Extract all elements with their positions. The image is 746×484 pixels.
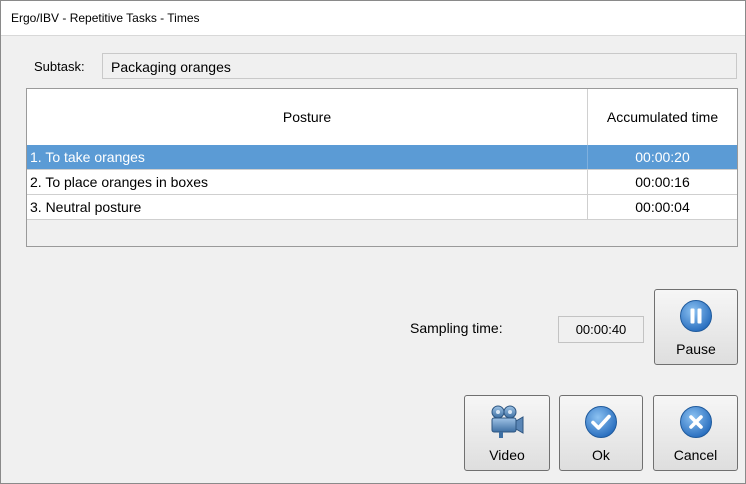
column-header-posture[interactable]: Posture: [27, 89, 588, 145]
table-row[interactable]: 1. To take oranges 00:00:20: [27, 145, 737, 170]
checkmark-icon: [584, 405, 618, 442]
table-row[interactable]: 3. Neutral posture 00:00:04: [27, 195, 737, 220]
posture-cell: 1. To take oranges: [27, 145, 588, 169]
subtask-value: Packaging oranges: [111, 59, 231, 75]
pause-button-label: Pause: [676, 341, 716, 357]
video-button-label: Video: [489, 447, 525, 463]
table-row[interactable]: 2. To place oranges in boxes 00:00:16: [27, 170, 737, 195]
title-bar: Ergo/IBV - Repetitive Tasks - Times: [1, 1, 745, 36]
times-dialog: Ergo/IBV - Repetitive Tasks - Times Subt…: [0, 0, 746, 484]
table-header: Posture Accumulated time: [27, 89, 737, 146]
window-title: Ergo/IBV - Repetitive Tasks - Times: [11, 11, 200, 25]
cancel-button-label: Cancel: [673, 447, 718, 463]
ok-button[interactable]: Ok: [559, 395, 643, 471]
posture-cell: 3. Neutral posture: [27, 195, 588, 219]
sampling-time-label: Sampling time:: [410, 320, 503, 336]
subtask-field: Packaging oranges: [102, 53, 737, 79]
time-cell: 00:00:16: [635, 174, 690, 190]
close-icon: [679, 405, 713, 442]
video-camera-icon: [489, 405, 525, 442]
pause-button[interactable]: Pause: [654, 289, 738, 365]
sampling-time-value: 00:00:40: [558, 316, 644, 343]
column-header-accumulated-time[interactable]: Accumulated time: [588, 89, 737, 145]
time-cell: 00:00:20: [635, 149, 690, 165]
posture-cell: 2. To place oranges in boxes: [27, 170, 588, 194]
pause-icon: [679, 299, 713, 336]
cancel-button[interactable]: Cancel: [653, 395, 738, 471]
posture-times-table: Posture Accumulated time 1. To take oran…: [26, 88, 738, 247]
video-button[interactable]: Video: [464, 395, 550, 471]
ok-button-label: Ok: [592, 447, 610, 463]
subtask-label: Subtask:: [34, 59, 85, 74]
time-cell: 00:00:04: [635, 199, 690, 215]
